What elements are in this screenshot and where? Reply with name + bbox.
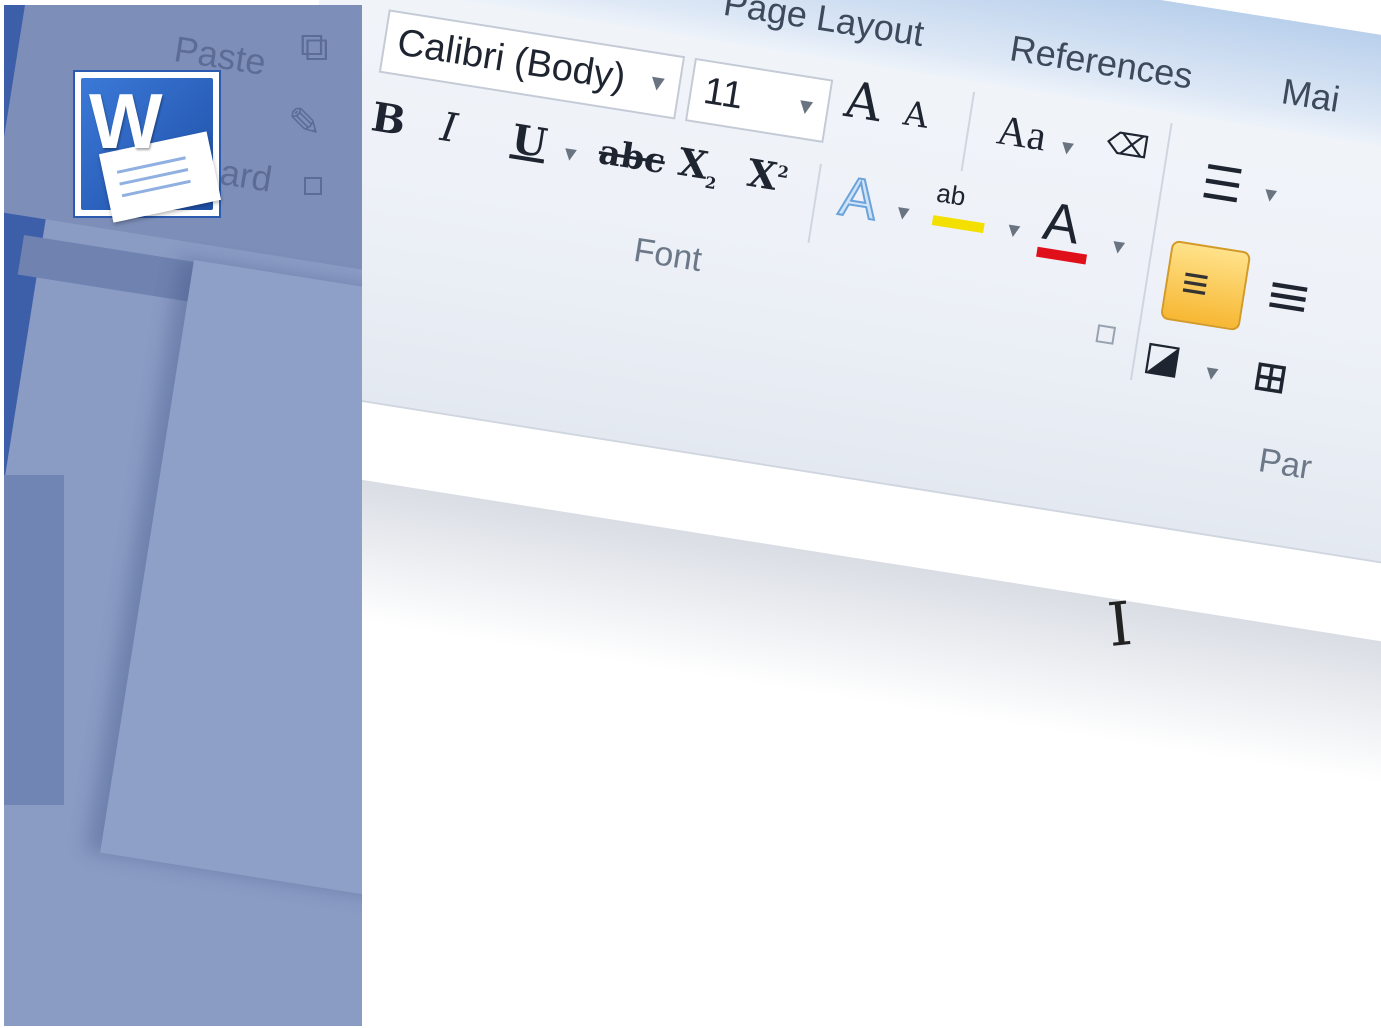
superscript-button[interactable]: X2 [744, 150, 791, 201]
italic-button[interactable]: I [437, 104, 460, 152]
text-effects-button[interactable]: A [834, 163, 883, 233]
highlight-color-bar [931, 215, 985, 234]
subscript-button[interactable]: X2 [675, 139, 723, 193]
font-size-combo[interactable]: 11 ▼ [684, 57, 834, 143]
shrink-font-button[interactable]: A [901, 93, 932, 136]
chevron-down-icon[interactable]: ▼ [1259, 183, 1282, 209]
document-page-edge [100, 260, 362, 931]
font-size-value: 11 [700, 69, 747, 118]
group-divider [960, 91, 976, 172]
strikethrough-button[interactable]: abc [596, 132, 668, 182]
format-painter-icon: ✎ [288, 101, 322, 145]
chevron-down-icon[interactable]: ▼ [1002, 218, 1025, 244]
word-logo: W [73, 70, 222, 223]
clipboard-label-fragment: ard [217, 151, 275, 200]
logo-letter: W [89, 77, 163, 165]
page-left-edge [4, 475, 64, 805]
group-divider [807, 163, 822, 244]
chevron-down-icon[interactable]: ▼ [1200, 361, 1223, 387]
superscript-mark: 2 [776, 161, 791, 183]
chevron-down-icon[interactable]: ▼ [791, 76, 822, 137]
tab-mailings[interactable]: Mai [1279, 70, 1343, 121]
copy-icon: ⧉ [300, 25, 329, 69]
grow-font-button[interactable]: A [841, 70, 886, 133]
font-group-label: Font [631, 230, 705, 280]
chevron-down-icon[interactable]: ▼ [1107, 235, 1130, 261]
superscript-x: X [744, 149, 781, 199]
clipboard-launcher-icon [304, 177, 322, 195]
borders-icon[interactable]: ⊞ [1248, 349, 1292, 405]
align-left-button[interactable]: ≡ [1159, 239, 1252, 332]
chevron-down-icon[interactable]: ▼ [559, 142, 582, 168]
clear-formatting-icon[interactable]: ⌫ [1104, 126, 1151, 167]
change-case-button[interactable]: Aa [994, 106, 1050, 161]
font-dialog-launcher-icon[interactable] [1095, 324, 1117, 345]
font-name-value: Calibri (Body) [394, 21, 629, 99]
paragraph-group-label: Par [1256, 441, 1315, 488]
align-left-icon: ≡ [1178, 255, 1213, 311]
bullets-icon[interactable]: ☰ [1198, 154, 1247, 214]
bold-button[interactable]: B [368, 93, 409, 145]
font-color-button[interactable]: A [1036, 190, 1088, 265]
subscript-mark: 2 [703, 172, 718, 194]
center-align-icon[interactable]: ≡ [1260, 260, 1317, 332]
highlight-button[interactable]: ab [931, 177, 985, 234]
shading-icon[interactable]: ◪ [1140, 332, 1185, 383]
underline-button[interactable]: U [508, 116, 550, 168]
chevron-down-icon[interactable]: ▼ [642, 53, 673, 114]
chevron-down-icon[interactable]: ▼ [891, 201, 915, 227]
chevron-down-icon[interactable]: ▼ [1056, 136, 1079, 162]
font-color-label: A [1039, 190, 1085, 256]
highlight-label: ab [934, 177, 968, 212]
